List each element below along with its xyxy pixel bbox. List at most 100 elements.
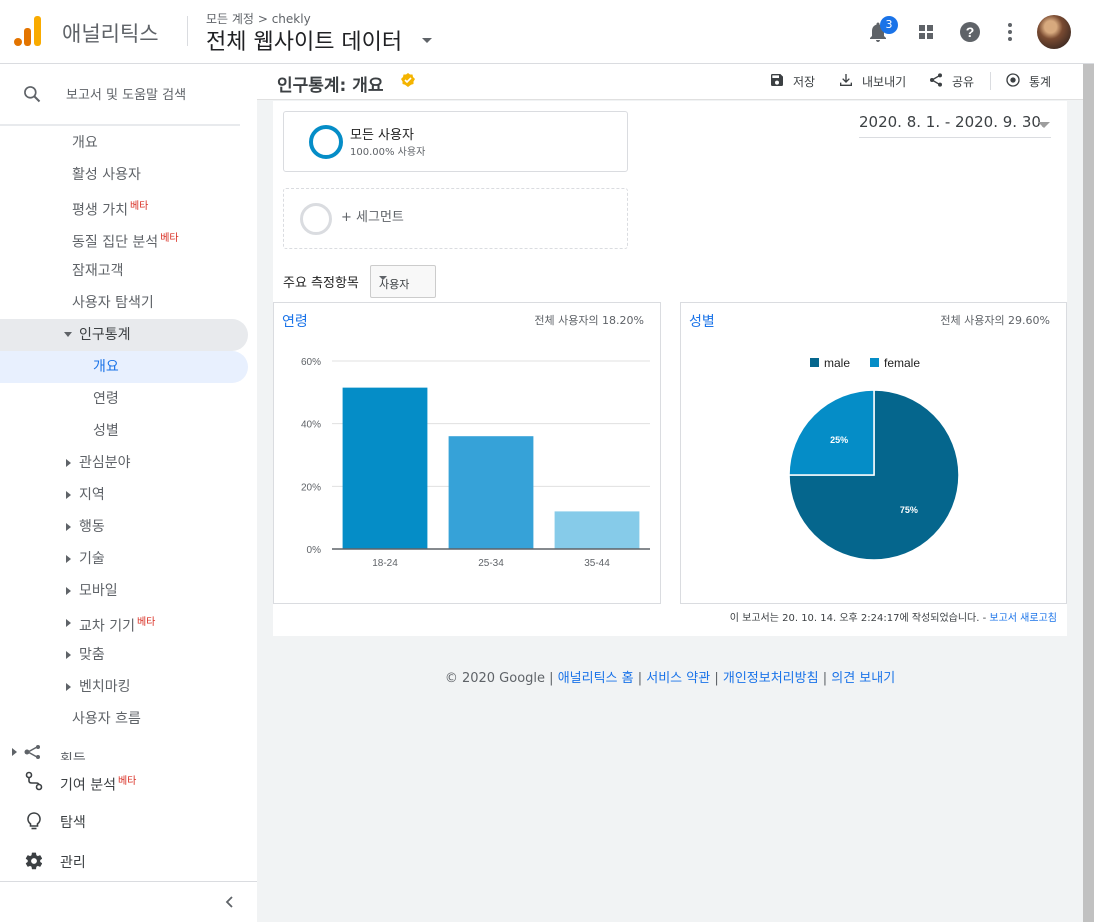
sidebar-bottom: 기여 분석 베타 탐색 관리 [0,760,257,880]
sidebar: 보고서 및 도움말 검색 개요 활성 사용자 평생 가치 베타 동질 집단 분석 베… [0,64,257,922]
add-segment-icon [300,203,332,235]
sidebar-item-user-explorer[interactable]: 사용자 탐색기 [0,287,248,319]
gender-card: 성별 전체 사용자의 29.60% male female 75% 25% [680,302,1067,604]
share-icon [930,73,942,87]
acquisition-icon [24,745,40,759]
x-tick-label: 18-24 [372,558,398,569]
age-card-share: 전체 사용자의 18.20% [534,314,644,327]
actions-divider [990,72,991,90]
help-icon[interactable]: ? [958,20,982,44]
sidebar-item-technology[interactable]: 기술 [0,543,248,575]
sidebar-divider [0,124,240,126]
expand-right-icon [66,523,71,531]
sidebar-item-gender[interactable]: 성별 [0,415,248,447]
sidebar-item-admin[interactable]: 관리 [0,841,257,881]
beta-badge: 베타 [117,776,137,787]
sidebar-item-attribution[interactable]: 기여 분석 베타 [0,761,257,801]
legend-swatch [810,358,819,367]
attribution-icon [25,771,43,791]
y-tick-label: 60% [301,357,321,368]
sidebar-item-benchmarking[interactable]: 벤치마킹 [0,671,248,703]
apps-grid-icon[interactable] [914,20,938,44]
x-tick-label: 35-44 [584,558,610,569]
expand-right-icon [66,619,71,627]
sidebar-item-overview[interactable]: 개요 [0,127,248,159]
y-tick-label: 0% [307,545,322,556]
expand-right-icon [66,459,71,467]
legend-swatch [870,358,879,367]
pie-data-label: 25% [830,435,848,445]
sidebar-item-cross-device[interactable]: 교차 기기 베타 [0,607,248,639]
segment-color-icon [309,125,343,159]
notification-badge: 3 [880,16,898,34]
refresh-report-link[interactable]: 보고서 새로고침 [989,613,1057,624]
expand-right-icon [12,748,17,756]
sidebar-item-interests[interactable]: 관심분야 [0,447,248,479]
sidebar-item-users-flow[interactable]: 사용자 흐름 [0,703,248,735]
expand-right-icon [66,683,71,691]
sidebar-item-behavior[interactable]: 행동 [0,511,248,543]
page-title: 인구통계: 개요 [277,76,384,96]
sidebar-search[interactable]: 보고서 및 도움말 검색 [0,64,257,124]
primary-metric-select[interactable]: 사용자 [370,265,436,298]
footer-link-feedback[interactable]: 의견 보내기 [831,671,895,686]
age-card-title[interactable]: 연령 [282,311,308,331]
lightbulb-icon [27,812,41,830]
sidebar-item-geo[interactable]: 지역 [0,479,248,511]
avatar[interactable] [1037,15,1071,49]
sidebar-item-lifetime-value[interactable]: 평생 가치 베타 [0,191,248,223]
analytics-logo[interactable] [14,16,42,46]
gender-card-title[interactable]: 성별 [689,311,715,331]
search-icon [24,86,41,103]
view-selector[interactable]: 전체 웹사이트 데이터 [206,24,402,56]
expand-right-icon [66,555,71,563]
chevron-down-icon [379,276,387,280]
page-scrollbar[interactable] [1083,64,1094,922]
segment-share: 100.00% 사용자 [350,147,426,158]
sidebar-item-demographics[interactable]: 인구통계 [0,319,248,351]
add-segment-button[interactable]: + 세그먼트 [283,188,628,249]
search-placeholder: 보고서 및 도움말 검색 [66,88,187,103]
sidebar-item-discover[interactable]: 탐색 [0,801,257,841]
svg-text:?: ? [966,24,975,40]
beta-badge: 베타 [160,233,179,244]
sidebar-item-mobile[interactable]: 모바일 [0,575,248,607]
report-generated-note: 이 보고서는 20. 10. 14. 오후 2:24:17에 작성되었습니다. … [729,613,1057,624]
header-divider [187,16,188,46]
expand-right-icon [66,491,71,499]
more-vert-icon[interactable] [998,20,1022,44]
segment-all-users[interactable]: 모든 사용자 100.00% 사용자 [283,111,628,172]
footer-link-analytics-home[interactable]: 애널리틱스 홈 [558,671,634,686]
collapse-sidebar-icon[interactable] [222,894,238,910]
sidebar-footer-divider [0,881,257,882]
segment-name: 모든 사용자 [350,128,414,143]
view-dropdown-icon[interactable] [422,38,432,43]
expand-right-icon [66,651,71,659]
gear-icon [25,852,43,870]
bar [448,436,534,549]
footer-link-terms[interactable]: 서비스 약관 [646,671,710,686]
expand-right-icon [66,587,71,595]
insights-icon [1006,73,1020,87]
app-name[interactable]: 애널리틱스 [62,18,159,48]
date-range-picker[interactable]: 2020. 8. 1. - 2020. 9. 30. [859,113,1051,138]
sidebar-item-active-users[interactable]: 활성 사용자 [0,159,248,191]
sidebar-item-acquisition[interactable]: 획득 [0,740,248,760]
chevron-down-icon [1038,122,1050,128]
add-segment-label: + 세그먼트 [341,210,404,225]
report-panel: 모든 사용자 100.00% 사용자 + 세그먼트 2020. 8. 1. - … [273,101,1067,636]
sidebar-item-age[interactable]: 연령 [0,383,248,415]
page-footer: © 2020 Google | 애널리틱스 홈 | 서비스 약관 | 개인정보처… [444,671,896,686]
x-tick-label: 25-34 [478,558,504,569]
pie-data-label: 75% [900,505,918,515]
sidebar-item-audiences[interactable]: 잠재고객 [0,255,248,287]
verified-icon [401,73,415,87]
export-icon [840,74,852,86]
y-tick-label: 20% [301,482,321,493]
sidebar-item-demographics-overview[interactable]: 개요 [0,351,248,383]
legend-label: female [884,356,920,370]
footer-link-privacy[interactable]: 개인정보처리방침 [723,671,819,686]
sidebar-item-cohort-analysis[interactable]: 동질 집단 분석 베타 [0,223,248,255]
report-header: 인구통계: 개요 저장 내보내기 공유 통계 [257,64,1083,100]
sidebar-item-custom[interactable]: 맞춤 [0,639,248,671]
